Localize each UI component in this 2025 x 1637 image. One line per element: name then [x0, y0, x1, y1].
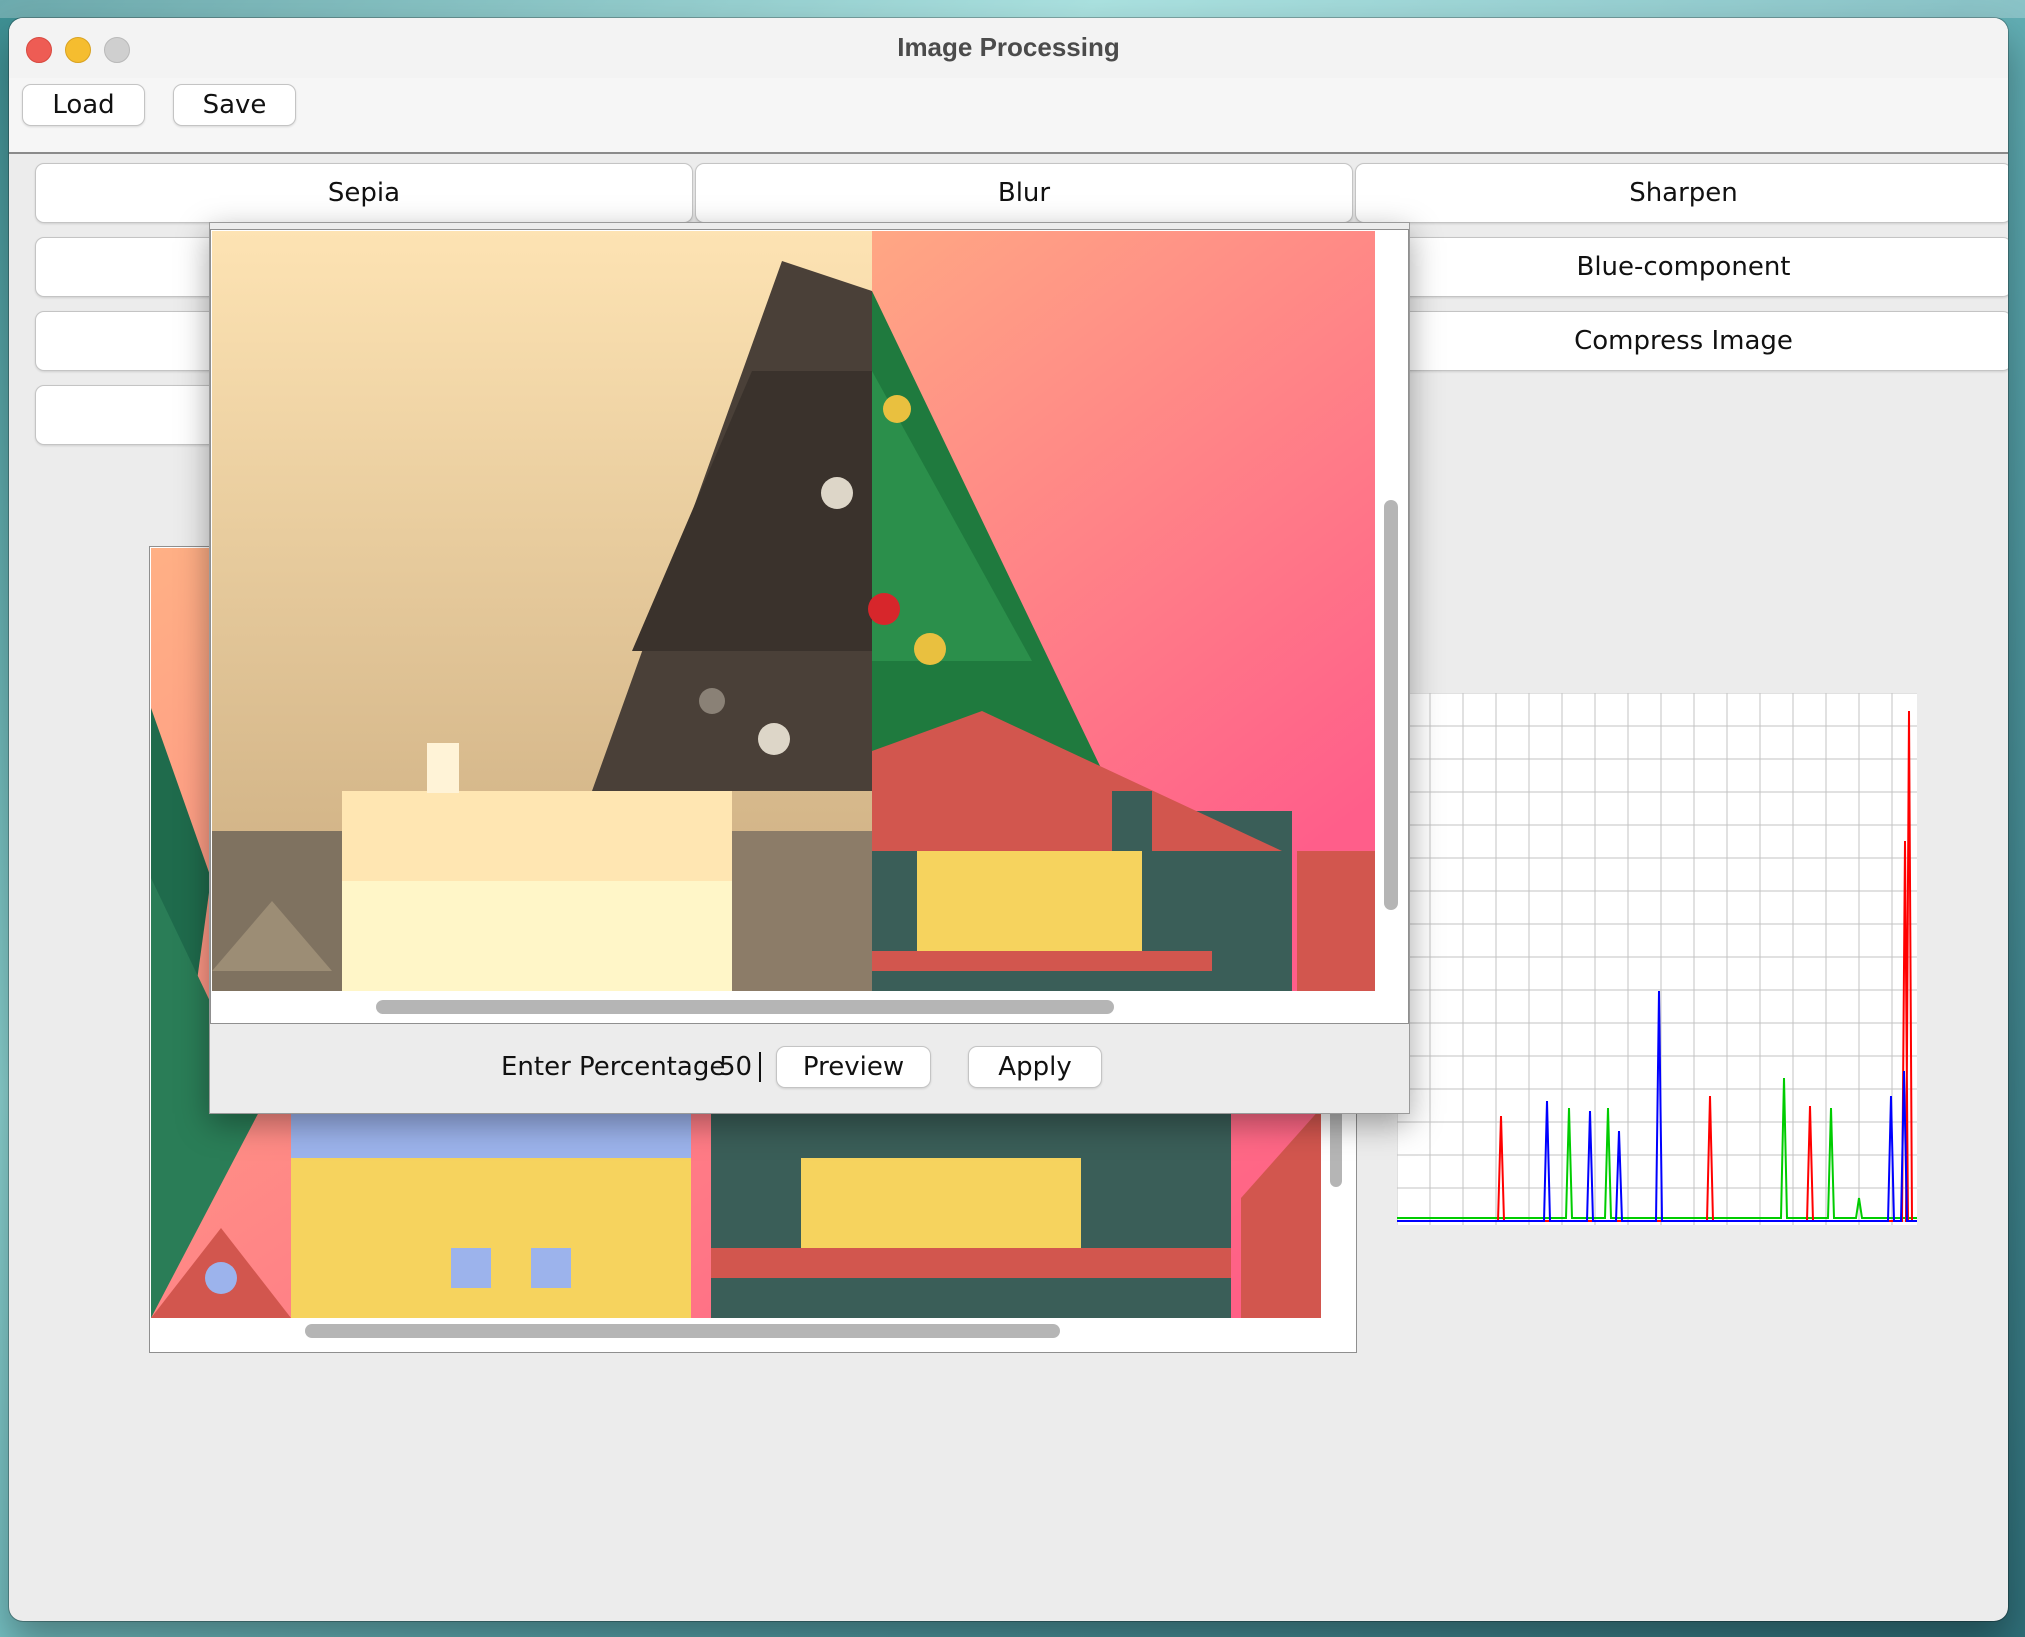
preview-vertical-scrollbar[interactable]	[1384, 500, 1398, 910]
preview-button[interactable]: Preview	[776, 1046, 931, 1088]
apply-button[interactable]: Apply	[968, 1046, 1102, 1088]
toolbar: Load Save	[9, 78, 2008, 154]
sharpen-button[interactable]: Sharpen	[1355, 163, 2008, 223]
histogram-chart	[1396, 692, 1917, 1225]
title-bar[interactable]: Image Processing	[9, 18, 2008, 78]
histogram-panel	[1396, 692, 1917, 1225]
load-button[interactable]: Load	[22, 84, 145, 126]
image-panel-horizontal-scrollbar[interactable]	[305, 1324, 1060, 1338]
preview-image-canvas	[212, 231, 1375, 991]
compress-image-button[interactable]: Compress Image	[1355, 311, 2008, 371]
desktop-wallpaper	[0, 0, 2025, 18]
blur-button[interactable]: Blur	[695, 163, 1353, 223]
save-button[interactable]: Save	[173, 84, 296, 126]
percentage-input[interactable]: 50	[719, 1052, 761, 1082]
compress-dialog: Enter Percentage 50 Preview Apply	[209, 222, 1410, 1114]
sepia-button[interactable]: Sepia	[35, 163, 693, 223]
preview-horizontal-scrollbar[interactable]	[376, 1000, 1114, 1014]
blue-component-button[interactable]: Blue-component	[1355, 237, 2008, 297]
percentage-label: Enter Percentage	[501, 1052, 726, 1082]
preview-image-panel	[210, 229, 1409, 1024]
window-title: Image Processing	[897, 32, 1120, 62]
